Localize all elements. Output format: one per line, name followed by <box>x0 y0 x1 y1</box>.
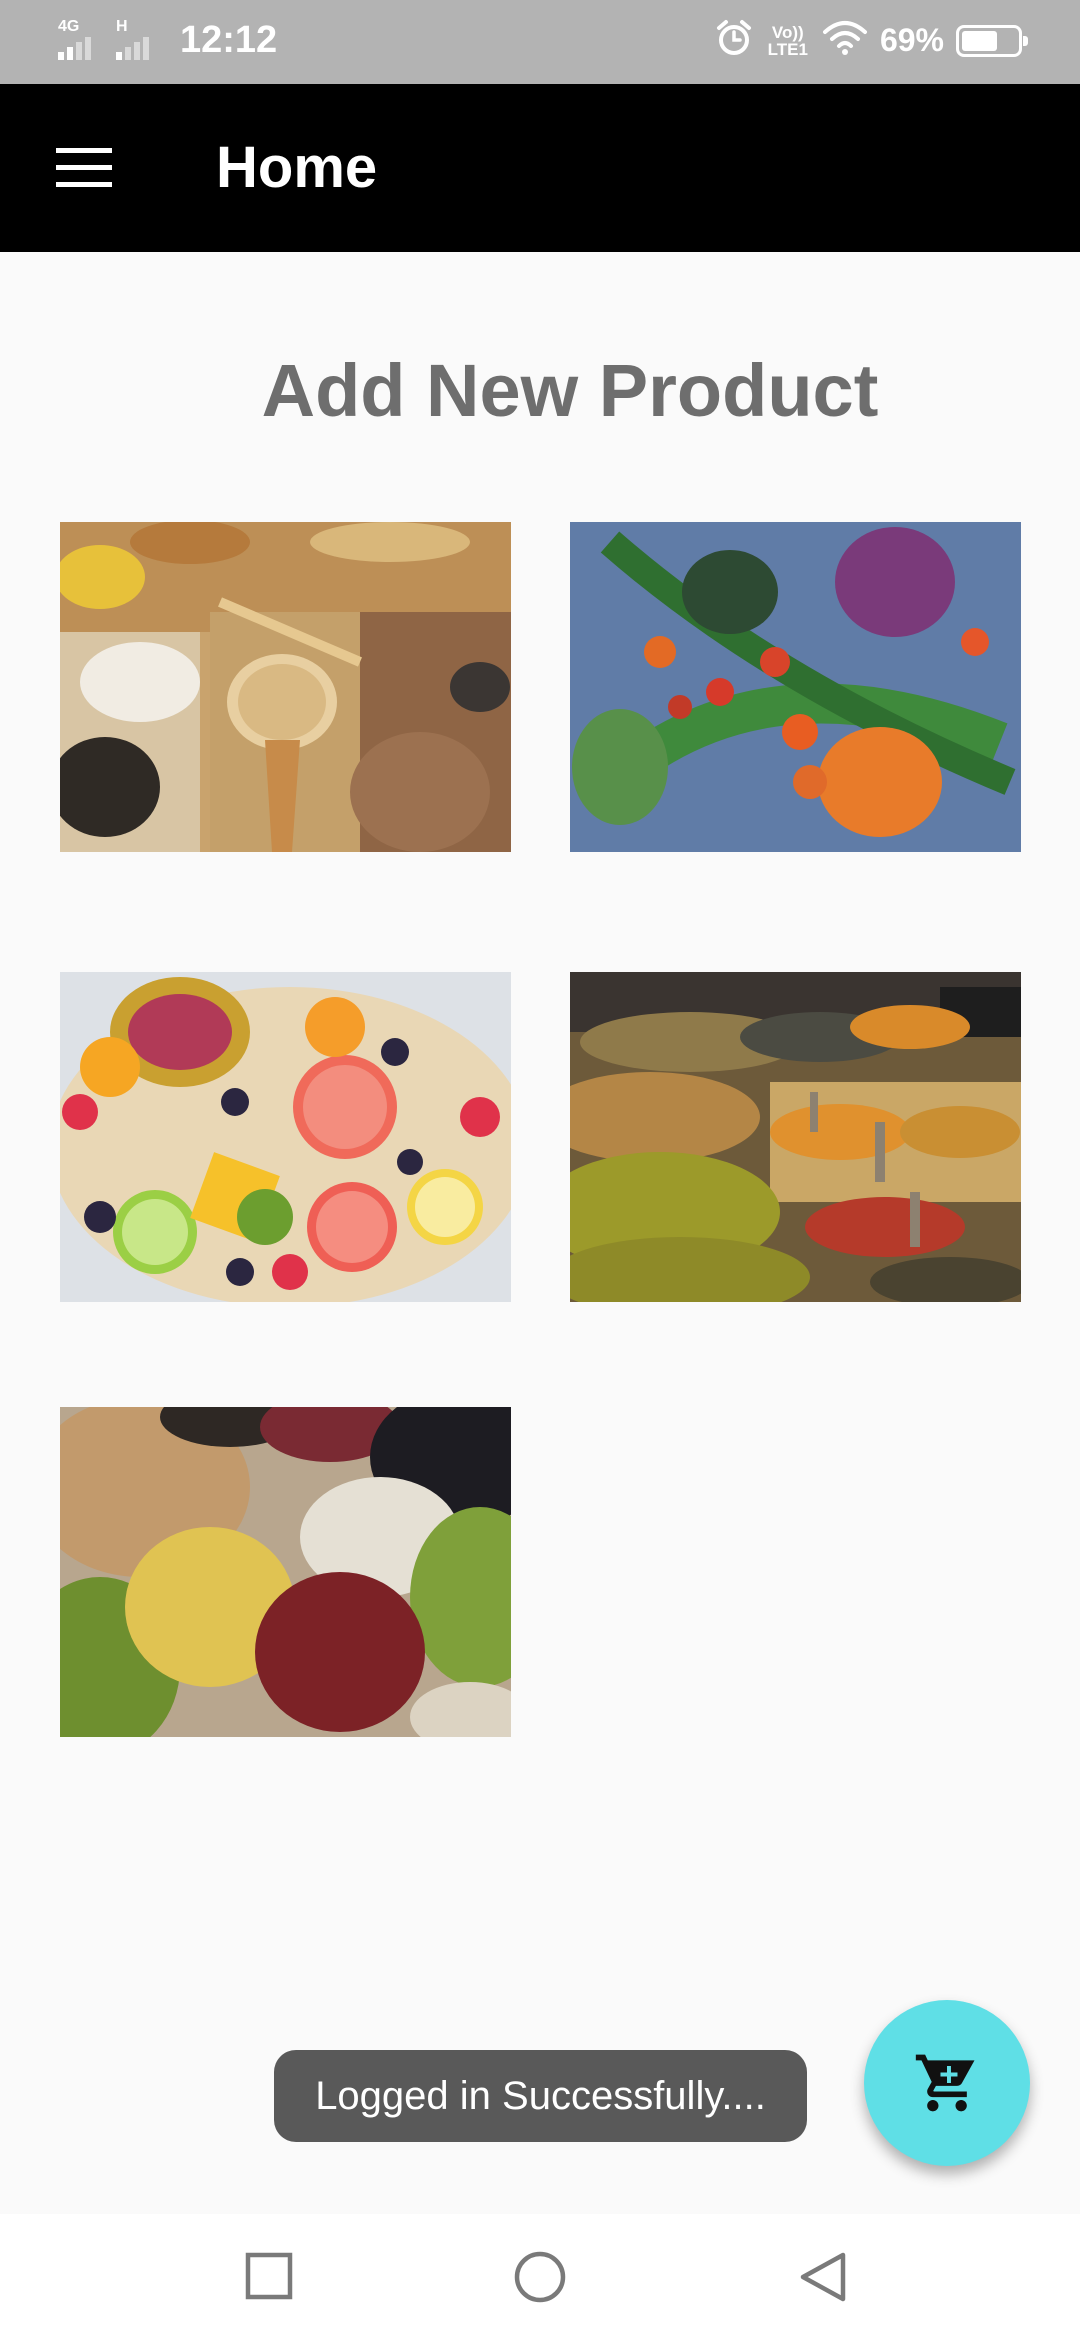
back-icon[interactable] <box>795 2249 851 2305</box>
network-type-label-2: H <box>116 18 128 35</box>
category-tile-grains[interactable] <box>60 522 511 852</box>
beans-and-pulses-photo <box>60 1407 511 1737</box>
system-nav-bar <box>0 2214 1080 2340</box>
grains-and-seeds-photo <box>60 522 511 852</box>
alarm-icon <box>714 18 754 63</box>
home-icon[interactable] <box>512 2249 568 2305</box>
status-bar: 4G H 12:12 Vo)) LTE1 69% <box>0 0 1080 84</box>
volte-icon: Vo)) LTE1 <box>768 24 808 58</box>
spice-market-photo <box>570 972 1021 1302</box>
battery-icon <box>956 24 1028 57</box>
fruit-platter-photo <box>60 972 511 1302</box>
toast-message: Logged in Successfully.... <box>274 2050 807 2142</box>
hamburger-menu-icon[interactable] <box>44 134 124 202</box>
app-bar: Home <box>0 84 1080 252</box>
battery-fill <box>962 30 998 51</box>
status-right: Vo)) LTE1 69% <box>700 18 1028 63</box>
cart-fab-button[interactable] <box>864 2000 1030 2166</box>
recent-apps-icon[interactable] <box>242 2249 298 2305</box>
battery-percent: 69% <box>879 22 944 58</box>
category-tile-vegetables[interactable] <box>570 522 1021 852</box>
volte-bottom-label: LTE1 <box>767 39 808 59</box>
wifi-icon <box>822 20 868 61</box>
signal-icon-2: H <box>116 18 168 62</box>
category-tile-fruits[interactable] <box>60 972 511 1302</box>
network-type-label: 4G <box>58 18 80 35</box>
app-bar-title: Home <box>216 135 378 200</box>
volte-top-label: Vo)) <box>771 22 804 42</box>
shopping-cart-icon <box>915 2054 975 2112</box>
status-left: 4G H 12:12 <box>58 18 277 62</box>
vegetables-photo <box>570 522 1021 852</box>
signal-icon: 4G <box>58 18 110 62</box>
clock: 12:12 <box>180 18 278 61</box>
page-heading: Add New Product <box>261 349 879 432</box>
category-tile-spices[interactable] <box>570 972 1021 1302</box>
category-tile-beans[interactable] <box>60 1407 511 1737</box>
